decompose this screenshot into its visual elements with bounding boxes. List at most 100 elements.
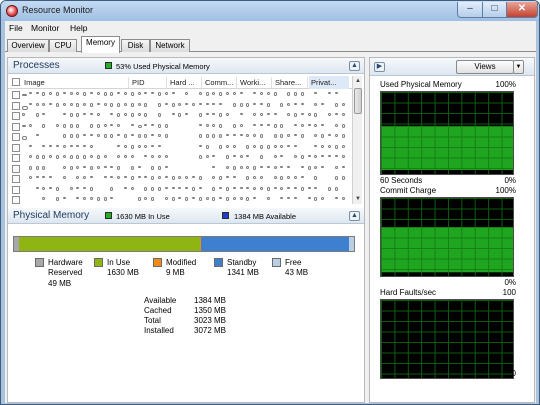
process-row-checkbox[interactable] [12, 154, 20, 162]
obscured-text [314, 102, 318, 106]
obscured-text [49, 102, 53, 105]
expand-graphs-icon[interactable]: ▶ [374, 62, 385, 72]
menu-help[interactable]: Help [70, 23, 87, 33]
obscured-text [69, 134, 73, 138]
obscured-text [151, 155, 155, 158]
obscured-text [253, 144, 257, 148]
title-bar[interactable]: Resource Monitor – □ ✕ [1, 1, 539, 21]
views-button[interactable]: Views [456, 60, 514, 74]
obscured-text [117, 92, 121, 94]
obscured-text [69, 144, 73, 147]
process-row-checkbox[interactable] [12, 133, 20, 141]
menu-monitor[interactable]: Monitor [31, 23, 59, 33]
process-row-checkbox[interactable] [12, 196, 20, 204]
obscured-text [96, 102, 100, 105]
scroll-thumb[interactable] [354, 88, 362, 114]
select-all-checkbox[interactable] [12, 78, 20, 86]
obscured-text [158, 113, 161, 117]
obscured-text [137, 102, 141, 106]
processes-header[interactable]: Processes 53% Used Physical Memory ▲ [8, 58, 364, 74]
scroll-down-icon[interactable]: ▼ [353, 194, 363, 204]
obscured-text [219, 113, 223, 117]
obscured-text [56, 123, 59, 127]
graphs-header: ▶ Views ▼ [370, 58, 534, 76]
table-row[interactable] [22, 90, 350, 100]
column-image[interactable]: Image [24, 78, 124, 87]
commit-charge-min: 0% [504, 278, 516, 287]
obscured-text [90, 92, 93, 94]
obscured-text [212, 176, 216, 179]
column-separator [271, 77, 272, 88]
views-dropdown-icon[interactable]: ▼ [513, 60, 524, 74]
obscured-text [130, 113, 134, 117]
column-separator [201, 77, 202, 88]
obscured-text [144, 92, 148, 94]
table-row[interactable] [22, 185, 350, 195]
minimize-button[interactable]: – [457, 2, 483, 18]
legend-standby-swatch [214, 258, 223, 267]
obscured-text [130, 155, 134, 158]
process-row-checkbox[interactable] [12, 175, 20, 183]
process-row-checkbox[interactable] [12, 185, 20, 194]
obscured-text [212, 102, 216, 105]
table-row[interactable] [22, 122, 350, 132]
table-row[interactable] [22, 153, 350, 163]
physical-memory-header[interactable]: Physical Memory 1630 MB In Use 1384 MB A… [8, 208, 364, 224]
process-row-checkbox[interactable] [12, 143, 20, 152]
column-working-set[interactable]: Worki... [240, 78, 270, 87]
table-row[interactable] [22, 164, 350, 174]
legend-modified-value: 9 MB [166, 268, 185, 277]
process-row-checkbox[interactable] [12, 122, 20, 131]
process-row-checkbox[interactable] [12, 101, 20, 110]
maximize-button[interactable]: □ [482, 2, 507, 18]
menu-file[interactable]: File [9, 23, 23, 33]
obscured-text [300, 102, 304, 105]
obscured-text [171, 197, 175, 201]
column-commit[interactable]: Comm... [205, 78, 235, 87]
available-swatch [222, 212, 229, 219]
stat-cached-value: 1350 MB [194, 306, 227, 315]
table-row[interactable] [22, 143, 350, 153]
obscured-text [294, 144, 297, 147]
obscured-text [192, 186, 195, 191]
commit-charge-max: 100% [495, 186, 516, 195]
scroll-up-icon[interactable]: ▲ [353, 76, 363, 86]
process-scrollbar[interactable]: ▲ ▼ [352, 76, 362, 204]
obscured-text [103, 123, 107, 127]
process-row-checkbox[interactable] [12, 91, 20, 99]
tab-network[interactable]: Network [150, 39, 190, 52]
column-private[interactable]: Privat... [309, 76, 349, 89]
tab-overview[interactable]: Overview [7, 39, 49, 52]
close-button[interactable]: ✕ [506, 2, 538, 18]
obscured-text [212, 113, 216, 115]
obscured-text [49, 186, 53, 189]
process-row-checkbox[interactable] [12, 112, 20, 120]
column-pid[interactable]: PID [132, 78, 166, 87]
collapse-processes-icon[interactable]: ▲ [349, 61, 360, 71]
obscured-text [151, 176, 155, 180]
column-hard-faults[interactable]: Hard ... [170, 78, 200, 87]
tab-memory[interactable]: Memory [81, 36, 120, 53]
obscured-text [151, 134, 155, 136]
obscured-text [69, 102, 73, 106]
obscured-text [178, 186, 182, 189]
obscured-text [280, 165, 284, 168]
obscured-text [328, 186, 331, 191]
obscured-text [287, 186, 291, 189]
obscured-text [273, 186, 277, 189]
column-shareable[interactable]: Share... [275, 78, 305, 87]
obscured-text [56, 102, 59, 107]
table-row[interactable] [22, 195, 350, 204]
table-row[interactable] [22, 174, 350, 184]
obscured-text [300, 123, 304, 127]
table-row[interactable] [22, 111, 350, 121]
obscured-text [266, 102, 270, 107]
process-row-checkbox[interactable] [12, 164, 20, 173]
collapse-memory-icon[interactable]: ▲ [349, 211, 360, 221]
obscured-text [96, 113, 100, 116]
obscured-text [266, 92, 270, 95]
table-row[interactable] [22, 132, 350, 142]
table-row[interactable] [22, 101, 350, 111]
tab-cpu[interactable]: CPU [49, 39, 77, 52]
tab-disk[interactable]: Disk [121, 39, 150, 52]
